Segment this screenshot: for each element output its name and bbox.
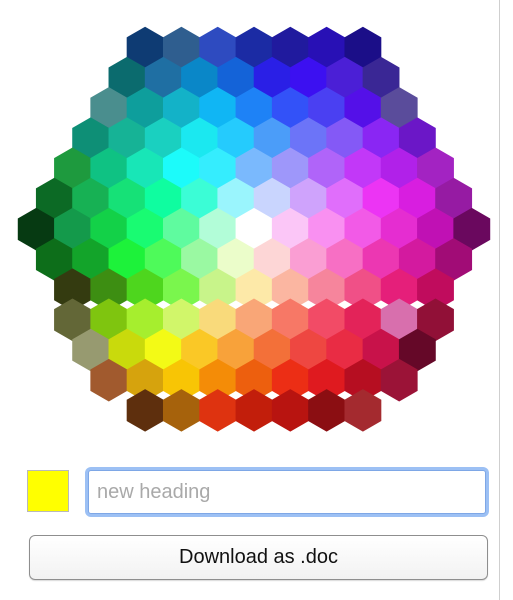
heading-input[interactable] bbox=[88, 470, 486, 514]
color-hex-cell[interactable] bbox=[308, 389, 346, 432]
panel-right-border bbox=[499, 0, 513, 600]
selected-color-swatch bbox=[27, 470, 69, 512]
color-hex-cell[interactable] bbox=[126, 389, 164, 432]
color-hex-cell[interactable] bbox=[162, 389, 200, 432]
color-hex-cell[interactable] bbox=[199, 389, 237, 432]
color-hex-cell[interactable] bbox=[271, 389, 309, 432]
color-hex-cell[interactable] bbox=[235, 389, 273, 432]
download-doc-button[interactable]: Download as .doc bbox=[29, 535, 488, 580]
color-hexagon-palette bbox=[17, 26, 491, 432]
color-hex-cell[interactable] bbox=[344, 389, 382, 432]
